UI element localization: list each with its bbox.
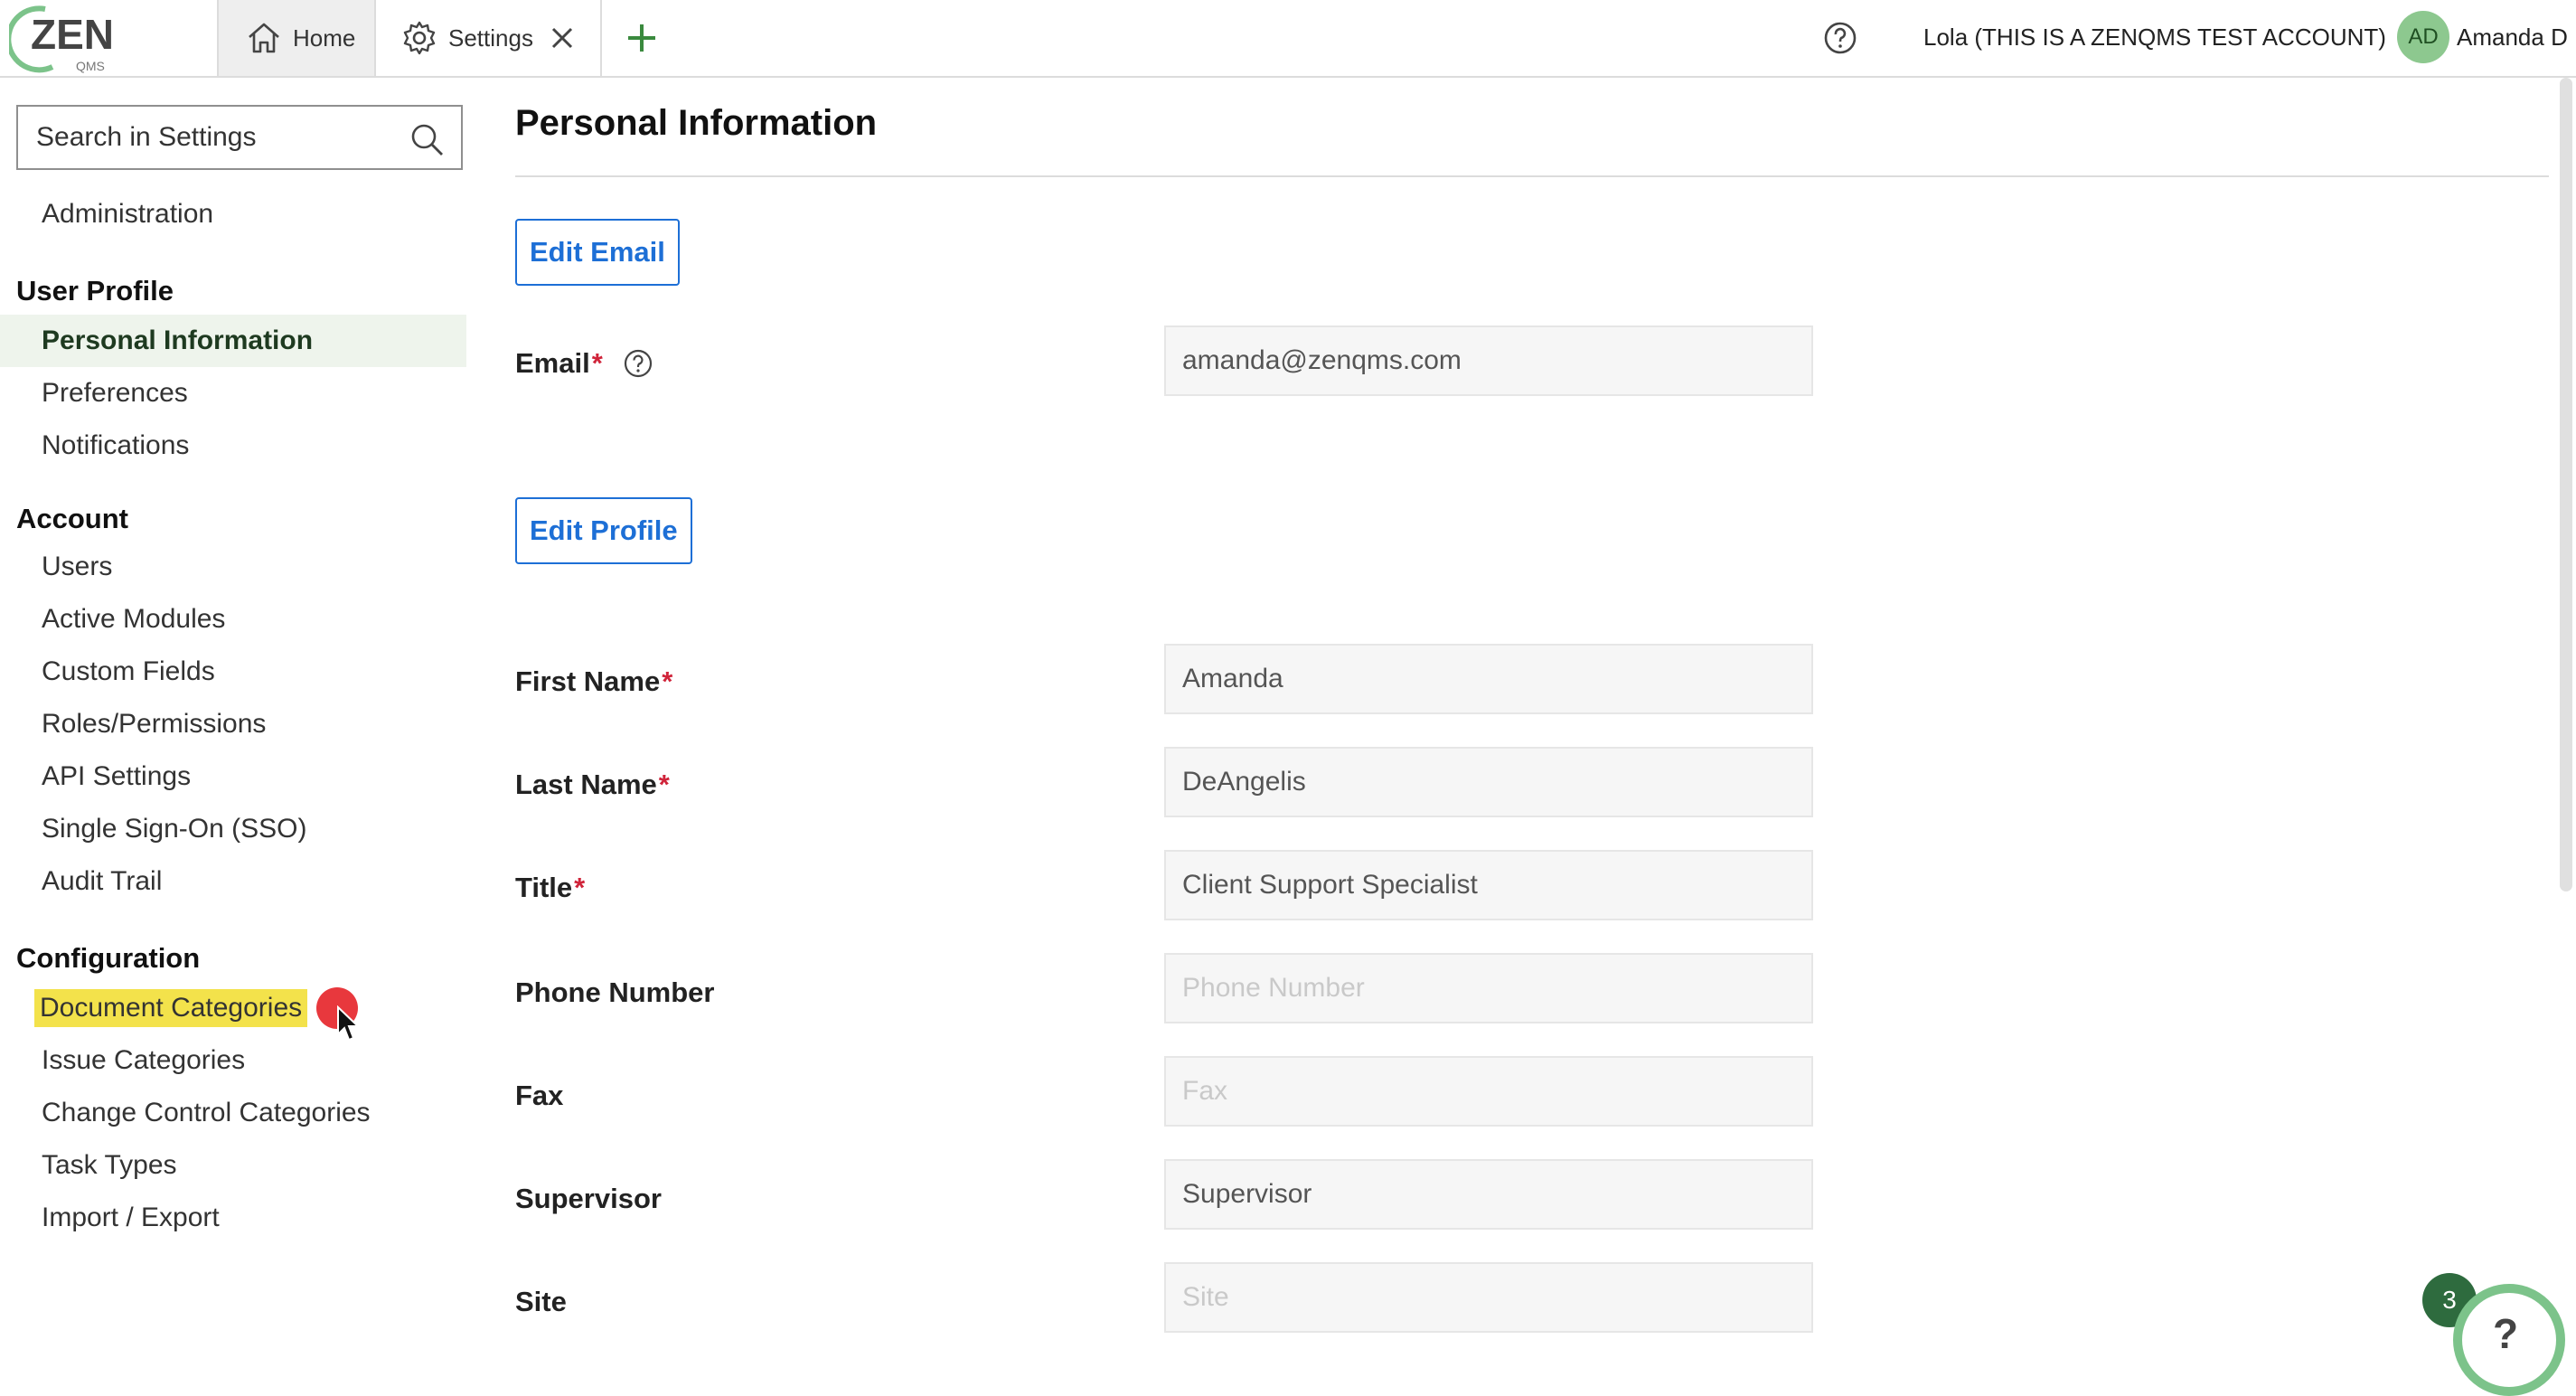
tab-home-label: Home — [293, 24, 356, 52]
sidebar-item-sso[interactable]: Single Sign-On (SSO) — [0, 803, 466, 855]
phone-number-label-text: Phone Number — [515, 976, 715, 1008]
section-account: Account — [16, 503, 128, 534]
sidebar-item-api-settings[interactable]: API Settings — [0, 750, 466, 803]
sidebar-item-change-control-categories[interactable]: Change Control Categories — [0, 1087, 466, 1139]
zenqms-logo[interactable]: ZEN QMS — [5, 2, 127, 74]
tab-settings-label: Settings — [448, 24, 533, 52]
sidebar-item-personal-information[interactable]: Personal Information — [0, 315, 466, 367]
email-label-text: Email — [515, 347, 590, 379]
plus-icon — [628, 24, 655, 52]
gear-icon — [403, 21, 436, 55]
sidebar-item-notifications[interactable]: Notifications — [0, 420, 466, 472]
avatar[interactable]: AD — [2397, 11, 2449, 63]
sidebar-item-document-categories[interactable]: Document Categories — [0, 982, 466, 1034]
email-field[interactable] — [1164, 325, 1813, 396]
last-name-label-text: Last Name — [515, 769, 657, 800]
page-title: Personal Information — [515, 103, 878, 143]
fax-label-text: Fax — [515, 1080, 564, 1111]
title-divider — [515, 175, 2549, 177]
settings-search — [16, 105, 463, 170]
last-name-label: Last Name * — [515, 769, 670, 801]
sidebar-item-preferences[interactable]: Preferences — [0, 367, 466, 420]
help-widget-button[interactable]: ? — [2453, 1284, 2565, 1396]
required-marker: * — [591, 347, 603, 379]
search-input[interactable] — [34, 121, 400, 154]
first-name-label-text: First Name — [515, 665, 661, 697]
supervisor-label: Supervisor — [515, 1183, 662, 1215]
help-circle-icon[interactable] — [623, 348, 653, 379]
logo-text: ZEN — [31, 11, 114, 58]
site-label: Site — [515, 1286, 567, 1318]
sidebar-item-users[interactable]: Users — [0, 541, 466, 593]
supervisor-label-text: Supervisor — [515, 1183, 662, 1214]
section-user-profile: User Profile — [16, 275, 174, 307]
fax-label: Fax — [515, 1080, 563, 1112]
sidebar-item-custom-fields[interactable]: Custom Fields — [0, 646, 466, 698]
sidebar-item-label: Document Categories — [34, 989, 308, 1027]
fax-field[interactable] — [1164, 1056, 1813, 1127]
required-marker: * — [574, 872, 586, 903]
search-icon[interactable] — [409, 121, 445, 157]
sidebar-item-active-modules[interactable]: Active Modules — [0, 593, 466, 646]
user-name[interactable]: Amanda D — [2457, 24, 2568, 52]
site-field[interactable] — [1164, 1262, 1813, 1333]
close-icon — [551, 27, 573, 49]
settings-sidebar: Administration User Profile Personal Inf… — [0, 76, 466, 1336]
add-tab-button[interactable] — [622, 18, 662, 58]
help-widget-symbol: ? — [2493, 1310, 2519, 1357]
sidebar-item-task-types[interactable]: Task Types — [0, 1139, 466, 1192]
help-icon — [1824, 22, 1857, 54]
phone-number-field[interactable] — [1164, 953, 1813, 1023]
site-label-text: Site — [515, 1286, 567, 1317]
sidebar-item-audit-trail[interactable]: Audit Trail — [0, 855, 466, 908]
sidebar-item-import-export[interactable]: Import / Export — [0, 1192, 466, 1244]
phone-number-label: Phone Number — [515, 976, 714, 1009]
sidebar-item-issue-categories[interactable]: Issue Categories — [0, 1034, 466, 1087]
last-name-field[interactable] — [1164, 747, 1813, 817]
first-name-label: First Name * — [515, 665, 672, 698]
cursor-icon — [337, 1005, 361, 1042]
sidebar-item-roles-permissions[interactable]: Roles/Permissions — [0, 698, 466, 750]
personal-information-panel: Personal Information Edit Email Email* E… — [515, 76, 2549, 1336]
edit-email-button[interactable]: Edit Email — [515, 219, 680, 286]
edit-profile-button[interactable]: Edit Profile — [515, 497, 692, 564]
sidebar-item-administration[interactable]: Administration — [0, 188, 466, 241]
home-icon — [249, 23, 279, 53]
help-button[interactable] — [1822, 20, 1858, 56]
title-label: Title * — [515, 872, 585, 904]
account-name[interactable]: Lola (THIS IS A ZENQMS TEST ACCOUNT) — [1923, 24, 2386, 52]
tab-settings[interactable]: Settings — [376, 0, 602, 76]
scrollbar[interactable] — [2560, 78, 2572, 891]
tab-home[interactable]: Home — [217, 0, 376, 76]
first-name-field[interactable] — [1164, 644, 1813, 714]
supervisor-field[interactable] — [1164, 1159, 1813, 1230]
title-field[interactable] — [1164, 850, 1813, 920]
section-configuration: Configuration — [16, 942, 201, 974]
required-marker: * — [662, 665, 673, 697]
title-label-text: Title — [515, 872, 573, 903]
required-marker: * — [658, 769, 670, 800]
close-tab-button[interactable] — [550, 25, 586, 51]
logo-subtext: QMS — [76, 59, 105, 73]
email-label: Email * — [515, 347, 653, 380]
top-bar: ZEN QMS Home Settings Lola (THIS IS A ZE… — [0, 0, 2576, 78]
